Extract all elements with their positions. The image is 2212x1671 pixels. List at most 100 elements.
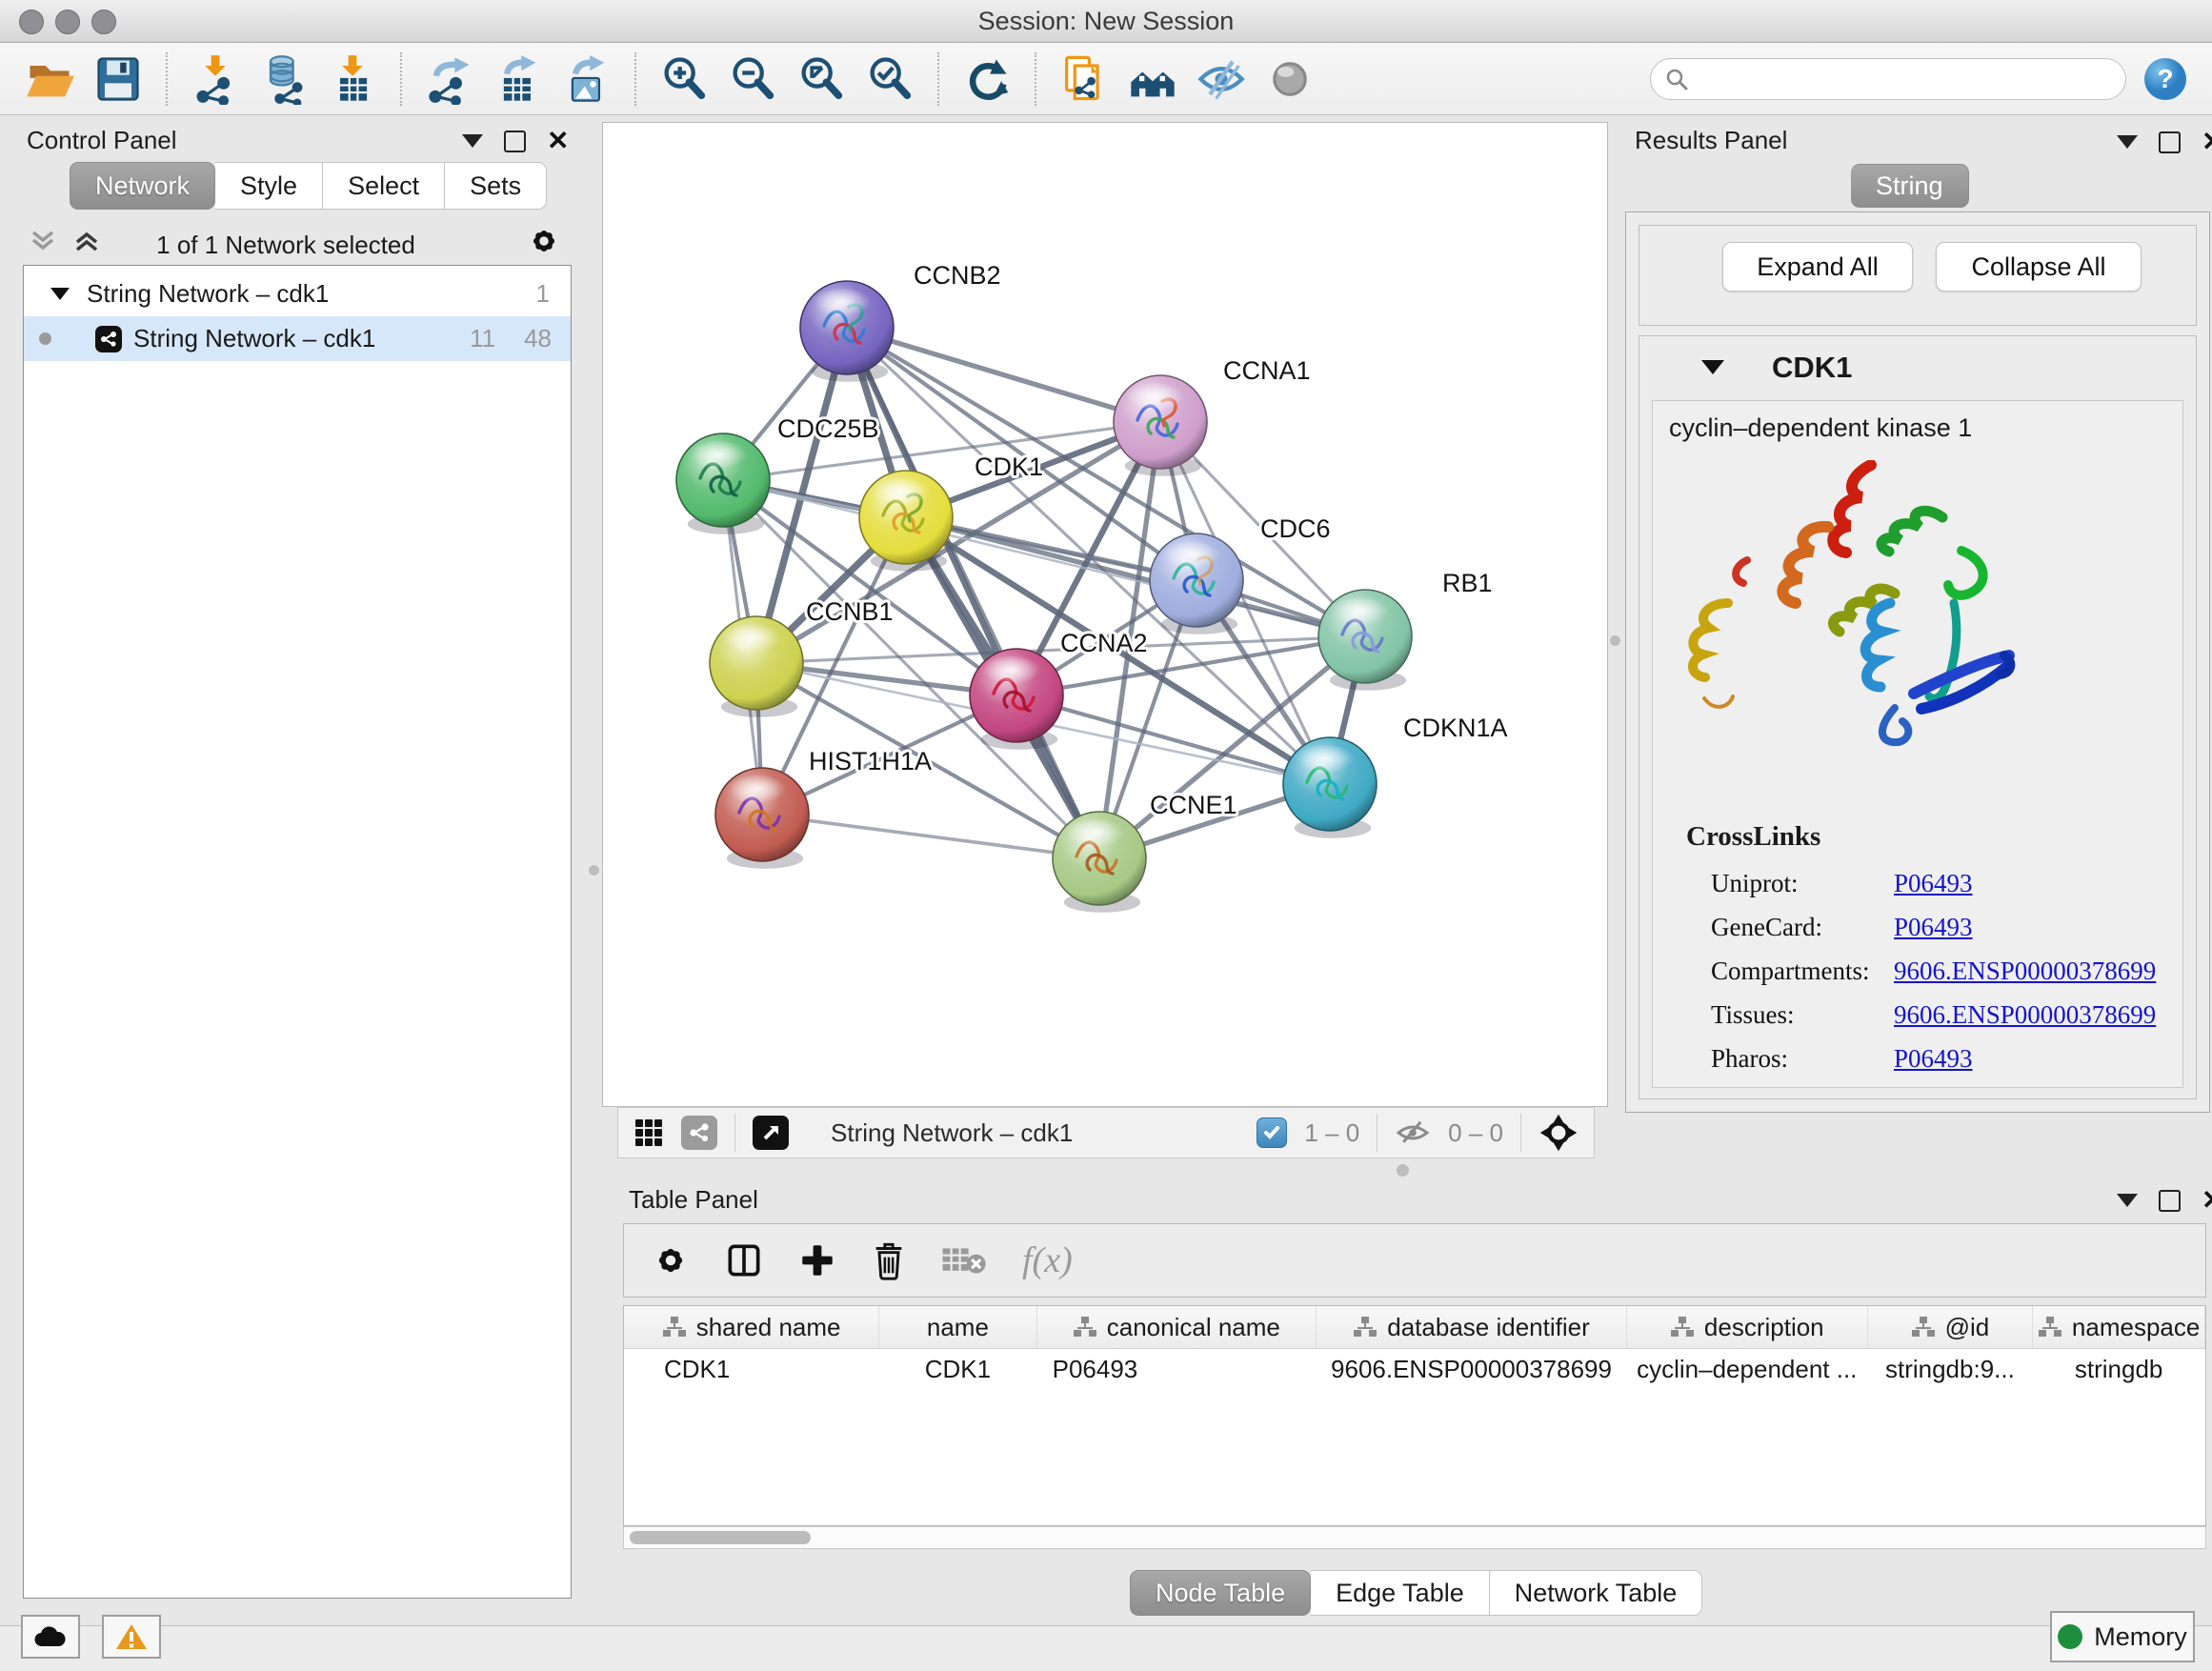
- table-settings-gear-icon[interactable]: [651, 1240, 691, 1280]
- table-cell[interactable]: stringdb: [2033, 1349, 2205, 1390]
- new-network-from-selection-icon[interactable]: [1057, 52, 1111, 106]
- tab-node-table[interactable]: Node Table: [1130, 1570, 1311, 1616]
- export-image-icon[interactable]: [560, 52, 613, 106]
- import-network-from-database-icon[interactable]: [257, 52, 311, 106]
- table-cell[interactable]: CDK1: [879, 1349, 1036, 1390]
- refresh-view-icon[interactable]: [960, 52, 1014, 106]
- node-count: 11: [470, 324, 495, 353]
- table-panel-title: Table Panel: [629, 1185, 758, 1215]
- right-splitter-handle[interactable]: [1610, 635, 1620, 646]
- zoom-in-icon[interactable]: [657, 52, 711, 106]
- cloud-icon: [33, 1625, 68, 1648]
- tab-string[interactable]: String: [1851, 164, 1969, 208]
- column-tree-icon: [2038, 1316, 2062, 1339]
- column-header-namespace[interactable]: namespace: [2033, 1306, 2205, 1349]
- table-row[interactable]: CDK1CDK1P064939606.ENSP00000378699cyclin…: [624, 1349, 2205, 1390]
- network-tree-child-row[interactable]: String Network – cdk1 11 48: [24, 316, 571, 361]
- collapse-all-button[interactable]: Collapse All: [1936, 242, 2142, 292]
- delete-column-icon[interactable]: [870, 1239, 908, 1281]
- zoom-selected-icon[interactable]: [863, 52, 916, 106]
- selected-checkbox-icon[interactable]: [1257, 1117, 1287, 1148]
- column-header-shared-name[interactable]: shared name: [624, 1306, 879, 1349]
- crosslink-value[interactable]: 9606.ENSP00000378699: [1894, 956, 2156, 986]
- cytoscape-window: Session: New Session: [0, 0, 2212, 1671]
- zoom-fit-icon[interactable]: [794, 52, 848, 106]
- table-cell[interactable]: CDK1: [624, 1349, 879, 1390]
- tree-expand-icon[interactable]: [50, 288, 70, 300]
- table-cell[interactable]: 9606.ENSP00000378699: [1317, 1349, 1627, 1390]
- hide-selected-icon[interactable]: [1195, 52, 1248, 106]
- column-header-description[interactable]: description: [1626, 1306, 1867, 1349]
- open-session-icon[interactable]: [23, 52, 76, 106]
- show-all-icon[interactable]: [1263, 52, 1317, 106]
- tab-network-table[interactable]: Network Table: [1490, 1570, 1703, 1616]
- table-cell[interactable]: P06493: [1036, 1349, 1316, 1390]
- crosslink-value[interactable]: 9606.ENSP00000378699: [1894, 1000, 2156, 1030]
- close-window-icon[interactable]: [19, 10, 44, 34]
- float-panel-icon[interactable]: [504, 131, 526, 152]
- export-network-icon[interactable]: [423, 52, 476, 106]
- collapse-panel-icon[interactable]: [462, 134, 483, 148]
- close-table-panel-icon[interactable]: ✕: [2202, 1187, 2212, 1214]
- network-edge-HIST1H1A-CCNE1[interactable]: [762, 815, 1099, 858]
- float-results-panel-icon[interactable]: [2159, 131, 2181, 153]
- tab-edge-table[interactable]: Edge Table: [1311, 1570, 1490, 1616]
- memory-button[interactable]: Memory: [2050, 1611, 2195, 1662]
- node-table: shared namenamecanonical namedatabase id…: [623, 1305, 2206, 1526]
- expand-all-button[interactable]: Expand All: [1722, 242, 1913, 292]
- network-badge-icon[interactable]: [681, 1116, 717, 1150]
- help-icon[interactable]: ?: [2142, 52, 2189, 106]
- tab-style[interactable]: Style: [215, 162, 323, 210]
- collapse-table-panel-icon[interactable]: [2117, 1194, 2138, 1207]
- birds-eye-view-icon[interactable]: [753, 1116, 789, 1150]
- network-tree-root-row[interactable]: String Network – cdk1 1: [24, 272, 571, 316]
- cloud-button[interactable]: [21, 1615, 80, 1659]
- crosslink-value[interactable]: P06493: [1894, 869, 1973, 898]
- warnings-button[interactable]: [102, 1615, 161, 1659]
- import-table-from-file-icon[interactable]: [326, 52, 379, 106]
- column-header-database-identifier[interactable]: database identifier: [1317, 1306, 1627, 1349]
- network-options-gear-icon[interactable]: [526, 223, 562, 264]
- table-cell[interactable]: cyclin–dependent ...: [1626, 1349, 1867, 1390]
- zoom-out-icon[interactable]: [726, 52, 779, 106]
- control-panel-tabs: Network Style Select Sets: [70, 162, 547, 210]
- crosslink-value[interactable]: P06493: [1894, 1044, 1973, 1074]
- column-header-name[interactable]: name: [879, 1306, 1036, 1349]
- import-network-from-file-icon[interactable]: [189, 52, 242, 106]
- close-panel-icon[interactable]: ✕: [547, 128, 569, 154]
- column-header--id[interactable]: @id: [1867, 1306, 2033, 1349]
- show-columns-icon[interactable]: [723, 1239, 765, 1281]
- minimize-window-icon[interactable]: [55, 10, 80, 34]
- create-column-icon[interactable]: [797, 1240, 837, 1280]
- bottom-splitter-handle[interactable]: [1397, 1164, 1409, 1177]
- table-cell[interactable]: stringdb:9...: [1867, 1349, 2033, 1390]
- float-table-panel-icon[interactable]: [2159, 1190, 2181, 1212]
- column-tree-icon: [1670, 1316, 1695, 1339]
- zoom-window-icon[interactable]: [91, 10, 116, 34]
- export-table-icon[interactable]: [492, 52, 545, 106]
- close-results-panel-icon[interactable]: ✕: [2202, 129, 2212, 155]
- left-splitter-handle[interactable]: [589, 865, 599, 876]
- network-status-dot-icon: [39, 332, 51, 345]
- collapse-results-panel-icon[interactable]: [2117, 135, 2138, 149]
- network-edge-CCNB2-CCNA1[interactable]: [847, 328, 1160, 422]
- scrollbar-thumb[interactable]: [630, 1531, 811, 1544]
- tab-sets[interactable]: Sets: [445, 162, 547, 210]
- network-canvas[interactable]: CCNB2CCNA1CDC25BCDK1CDC6RB1CCNB1CCNA2CDK…: [602, 122, 1608, 1107]
- fit-selected-crosshair-icon[interactable]: [1538, 1113, 1579, 1153]
- crosslink-value[interactable]: P06493: [1894, 913, 1973, 942]
- grid-view-icon[interactable]: [633, 1117, 664, 1148]
- tab-select[interactable]: Select: [323, 162, 445, 210]
- table-tabs: Node Table Edge Table Network Table: [1130, 1570, 1702, 1616]
- table-horizontal-scrollbar[interactable]: [623, 1526, 2206, 1549]
- save-session-icon[interactable]: [91, 52, 145, 106]
- first-neighbors-icon[interactable]: [1126, 52, 1179, 106]
- node-label-CCNA1: CCNA1: [1223, 356, 1311, 385]
- search-input[interactable]: [1650, 58, 2126, 100]
- network-collection-label: String Network – cdk1: [87, 279, 329, 309]
- tab-network[interactable]: Network: [70, 162, 215, 210]
- memory-status-dot-icon: [2058, 1624, 2082, 1649]
- gene-section-collapse-icon[interactable]: [1701, 360, 1724, 374]
- hidden-eye-icon[interactable]: [1395, 1118, 1431, 1147]
- column-header-canonical-name[interactable]: canonical name: [1036, 1306, 1316, 1349]
